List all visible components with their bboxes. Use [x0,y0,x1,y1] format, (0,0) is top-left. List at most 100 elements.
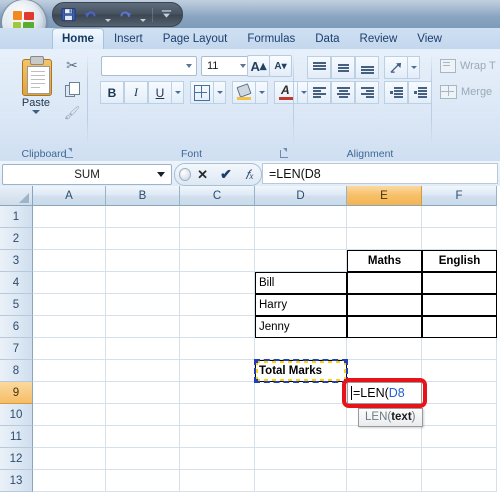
formula-input[interactable]: =LEN(D8 [262,163,498,184]
grid-cell[interactable] [255,448,347,470]
grid-cell[interactable] [347,206,422,228]
grid-cell-f5[interactable] [422,294,497,316]
grid-cell[interactable] [106,272,180,294]
orientation-button[interactable] [384,56,408,79]
grid-cell[interactable] [33,382,106,404]
merge-center-button[interactable]: Merge [440,85,492,99]
grid-cell[interactable] [33,206,106,228]
fill-color-button[interactable] [232,81,256,104]
font-size-input[interactable]: 11 [201,56,251,76]
grid-cell[interactable] [180,448,255,470]
grid-cell[interactable] [347,360,422,382]
grid-cell[interactable] [255,206,347,228]
grid-cell[interactable] [347,338,422,360]
grid-cell-e5[interactable] [347,294,422,316]
column-header-e[interactable]: E [347,186,422,206]
grid-cell[interactable] [422,404,497,426]
tooltip-argument[interactable]: text [391,411,411,423]
font-dialog-launcher[interactable] [279,148,290,159]
clipboard-dialog-launcher[interactable] [64,148,75,159]
grid-cell-e3[interactable]: Maths [347,250,422,272]
grid-cell[interactable] [255,426,347,448]
row-header-5[interactable]: 5 [0,294,33,316]
column-header-b[interactable]: B [106,186,180,206]
grid-cell[interactable] [33,272,106,294]
grid-cell[interactable] [180,404,255,426]
grid-cell-d5[interactable]: Harry [255,294,347,316]
grid-cell[interactable] [180,272,255,294]
grid-cell[interactable] [347,470,422,492]
grid-cell[interactable] [422,426,497,448]
align-center-button[interactable] [331,81,355,104]
copy-button[interactable] [62,79,82,99]
grid-cell[interactable] [347,426,422,448]
row-header-8[interactable]: 8 [0,360,33,382]
grid-cell[interactable] [106,382,180,404]
row-header-4[interactable]: 4 [0,272,33,294]
tab-view[interactable]: View [407,29,452,49]
borders-button[interactable] [190,81,214,104]
align-middle-button[interactable] [331,56,355,79]
grid-cell-f3[interactable]: English [422,250,497,272]
orientation-dropdown-arrow[interactable] [408,56,420,79]
tab-review[interactable]: Review [350,29,408,49]
grid-cell[interactable] [422,338,497,360]
redo-button[interactable] [116,5,135,24]
row-header-10[interactable]: 10 [0,404,33,426]
row-header-13[interactable]: 13 [0,470,33,492]
grid-cell-d8[interactable]: Total Marks [255,360,347,382]
grid-cell[interactable] [180,426,255,448]
grid-cell[interactable] [255,250,347,272]
align-left-button[interactable] [307,81,331,104]
align-right-button[interactable] [355,81,379,104]
grid-cell[interactable] [106,206,180,228]
grid-cell[interactable] [180,470,255,492]
grid-cell[interactable] [106,448,180,470]
font-size-dropdown-arrow[interactable] [240,64,246,68]
format-painter-button[interactable]: 🖌 [62,103,82,123]
grid-cell[interactable] [106,470,180,492]
grid-cell[interactable] [106,360,180,382]
grid-cell[interactable] [33,316,106,338]
grid-cell[interactable] [180,294,255,316]
redo-dropdown-arrow[interactable] [138,3,148,26]
align-top-button[interactable] [307,56,331,79]
grid-cell[interactable] [422,360,497,382]
grid-cell[interactable] [33,228,106,250]
grid-cell[interactable] [422,448,497,470]
enter-formula-button[interactable]: ✔ [214,165,237,184]
grid-cell-e4[interactable] [347,272,422,294]
name-box-dropdown-arrow[interactable] [157,172,165,177]
tab-data[interactable]: Data [305,29,349,49]
grid-cell[interactable] [180,382,255,404]
save-button[interactable] [59,5,78,24]
grid-cell[interactable] [180,228,255,250]
grid-cell[interactable] [255,470,347,492]
grid-cell[interactable] [106,426,180,448]
tab-insert[interactable]: Insert [104,29,153,49]
grid-cell[interactable] [33,426,106,448]
increase-indent-button[interactable] [408,81,432,104]
grid-cell-d6[interactable]: Jenny [255,316,347,338]
grid-cell[interactable] [255,228,347,250]
underline-dropdown-arrow[interactable] [172,81,184,104]
font-name-input[interactable] [101,56,197,76]
align-bottom-button[interactable] [355,56,379,79]
grid-cell-d4[interactable]: Bill [255,272,347,294]
grid-cell[interactable] [33,448,106,470]
grid-cell[interactable] [422,382,497,404]
grid-cell[interactable] [180,360,255,382]
grid-cell[interactable] [422,228,497,250]
grid-cell[interactable] [180,206,255,228]
grid-cell[interactable] [180,250,255,272]
name-box[interactable]: SUM [2,164,172,185]
row-header-6[interactable]: 6 [0,316,33,338]
grow-font-button[interactable]: A ▴ [247,55,270,77]
row-header-3[interactable]: 3 [0,250,33,272]
grid-cell[interactable] [106,294,180,316]
borders-dropdown-arrow[interactable] [214,81,226,104]
undo-button[interactable] [81,5,100,24]
grid-cell[interactable] [347,448,422,470]
grid-cell[interactable] [347,228,422,250]
font-name-dropdown-arrow[interactable] [186,64,192,68]
